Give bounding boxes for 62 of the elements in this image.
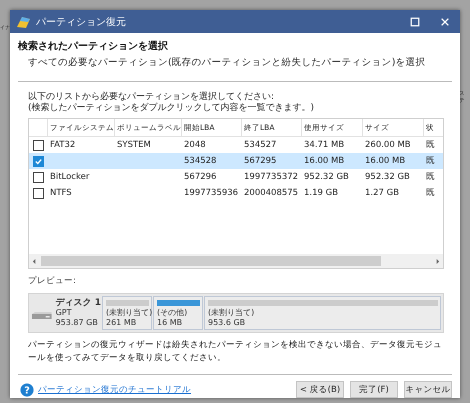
table-cell: 1.19 GB <box>304 188 338 198</box>
table-cell: FAT32 <box>50 140 76 150</box>
disk-name: ディスク 1 <box>56 298 101 308</box>
notice-text: パーティションの復元ウィザードは紛失されたパーティションを検出できない場合、データ復元モジュールを使ってみてデータを取り戻してください。 <box>28 339 443 365</box>
checkbox[interactable] <box>32 172 44 182</box>
instruction-text: (検索したパーティションをダブルクリックして内容を一覧できます。) <box>28 103 316 114</box>
table-cell: 1997735372 <box>244 172 298 182</box>
table-cell: 1997735936 <box>184 188 238 198</box>
table-cell: 534527 <box>244 140 276 150</box>
table-cell: 既 <box>426 188 435 198</box>
horizontal-scrollbar[interactable] <box>29 254 443 268</box>
table-cell: 567295 <box>244 156 276 166</box>
scroll-left-icon[interactable] <box>32 258 37 264</box>
instruction-text: 以下のリストから必要なパーティションを選択してください: <box>28 92 276 102</box>
table-cell: 952.32 GB <box>365 172 410 182</box>
checkbox[interactable] <box>32 156 44 166</box>
table-cell: 2000408575 <box>244 188 298 198</box>
section-title: 検索されたパーティションを選択 <box>18 40 169 53</box>
disk-type: GPT <box>56 308 73 318</box>
disk-size: 953.87 GB <box>56 318 99 328</box>
preview-label: プレビュー: <box>28 275 77 287</box>
help-icon[interactable]: ? <box>20 382 34 396</box>
table-cell: 16.00 MB <box>304 156 344 166</box>
dialog-button[interactable]: キャンセル <box>404 381 452 398</box>
close-icon[interactable] <box>440 16 450 26</box>
partition-block[interactable]: (その他) 16 MB <box>153 296 203 330</box>
table-row[interactable]: BitLocker 567296 1997735372 952.32 GB 952.32 GB 既 <box>29 169 443 185</box>
maximize-icon[interactable] <box>410 16 420 26</box>
table-cell: 534528 <box>184 156 216 166</box>
table-cell: 1.27 GB <box>365 188 400 198</box>
table-cell: 34.71 MB <box>304 140 344 150</box>
partition-size: 16 MB <box>157 318 184 328</box>
dialog-button[interactable]: 完了(F) <box>350 381 398 398</box>
table-row[interactable]: 534528 567295 16.00 MB 16.00 MB 既 <box>29 153 443 169</box>
table-cell: 2048 <box>184 140 206 150</box>
table-row[interactable]: FAT32 SYSTEM 2048 534527 34.71 MB 260.00 MB 既 <box>29 137 443 153</box>
checkbox[interactable] <box>32 140 44 150</box>
section-subtitle: すべての必要なパーティション(既存のパーティションと紛失したパーティション)を選択 <box>28 56 426 69</box>
partition-label: (その他) <box>157 308 188 318</box>
partition-size: 261 MB <box>106 318 138 328</box>
table-cell: 952.32 GB <box>304 172 349 182</box>
table-cell: SYSTEM <box>117 140 151 150</box>
table-cell: 既 <box>426 172 435 182</box>
table-cell: 260.00 MB <box>365 140 411 150</box>
partition-label: (未割り当て) <box>106 308 149 318</box>
table-cell: 567296 <box>184 172 216 182</box>
table-row[interactable]: NTFS 1997735936 2000408575 1.19 GB 1.27 GB 既 <box>29 185 443 201</box>
dialog-button[interactable]: < 戻る(B) <box>296 381 344 398</box>
table-cell: BitLocker <box>50 172 90 182</box>
table-cell: NTFS <box>50 188 72 198</box>
table-cell: 既 <box>426 156 435 166</box>
checkbox[interactable] <box>32 188 44 198</box>
partition-block[interactable]: (未割り当て) 953.6 GB <box>204 296 441 330</box>
window-title: パーティション復元 <box>36 16 126 28</box>
table-cell: 16.00 MB <box>365 156 406 166</box>
scroll-right-icon[interactable] <box>435 258 440 264</box>
table-cell: 既 <box>426 140 435 150</box>
partition-block[interactable]: (未割り当て) 261 MB <box>102 296 152 330</box>
hard-drive-icon <box>31 311 53 321</box>
partition-size: 953.6 GB <box>208 318 246 328</box>
partition-label: (未割り当て) <box>208 308 256 318</box>
tutorial-link[interactable]: パーティション復元のチュートリアル <box>38 384 191 396</box>
